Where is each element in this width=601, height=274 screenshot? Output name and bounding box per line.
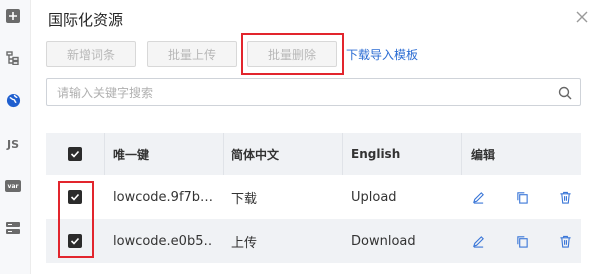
row-checkbox[interactable] — [68, 190, 82, 204]
copy-icon[interactable] — [515, 190, 529, 204]
header-en: English — [351, 147, 401, 161]
row-en: Download — [351, 233, 416, 249]
sidebar: JS var — [0, 0, 31, 274]
row-key: lowcode.e0b5… — [113, 233, 213, 249]
add-entry-button[interactable]: 新增词条 — [46, 41, 136, 67]
row-en: Upload — [351, 189, 397, 205]
delete-trash-icon[interactable] — [558, 234, 572, 248]
select-all-cell — [46, 133, 104, 175]
header-edit: 编辑 — [471, 147, 496, 162]
batch-delete-button[interactable]: 批量删除 — [247, 41, 337, 67]
plus-square-icon[interactable] — [5, 8, 21, 24]
search-input[interactable] — [55, 83, 549, 103]
close-icon[interactable] — [574, 9, 590, 25]
edit-pencil-icon[interactable] — [471, 190, 485, 204]
search-field[interactable] — [46, 78, 581, 106]
edit-pencil-icon[interactable] — [471, 234, 485, 248]
row-zh: 上传 — [231, 235, 258, 251]
batch-upload-button[interactable]: 批量上传 — [147, 41, 237, 67]
delete-trash-icon[interactable] — [558, 190, 572, 204]
var-icon[interactable]: var — [5, 178, 21, 194]
row-checkbox[interactable] — [68, 234, 82, 248]
download-template-link[interactable]: 下载导入模板 — [346, 46, 418, 63]
js-icon[interactable]: JS — [5, 136, 21, 152]
row-zh: 下载 — [231, 191, 258, 207]
database-icon[interactable] — [5, 220, 21, 236]
header-key: 唯一键 — [113, 147, 150, 162]
copy-icon[interactable] — [515, 234, 529, 248]
row-key: lowcode.9f7b… — [113, 189, 213, 205]
search-icon[interactable] — [558, 85, 572, 100]
tree-icon[interactable] — [5, 50, 21, 66]
header-zh: 简体中文 — [231, 147, 280, 162]
table-row: lowcode.9f7b… 下载 Upload — [46, 175, 581, 220]
dialog-title: 国际化资源 — [48, 11, 124, 29]
table-row: lowcode.e0b5… 上传 Download — [46, 219, 581, 263]
globe-icon[interactable] — [5, 92, 21, 108]
select-all-checkbox[interactable] — [68, 147, 82, 161]
table-header-row: 唯一键 简体中文 English 编辑 — [46, 133, 581, 175]
